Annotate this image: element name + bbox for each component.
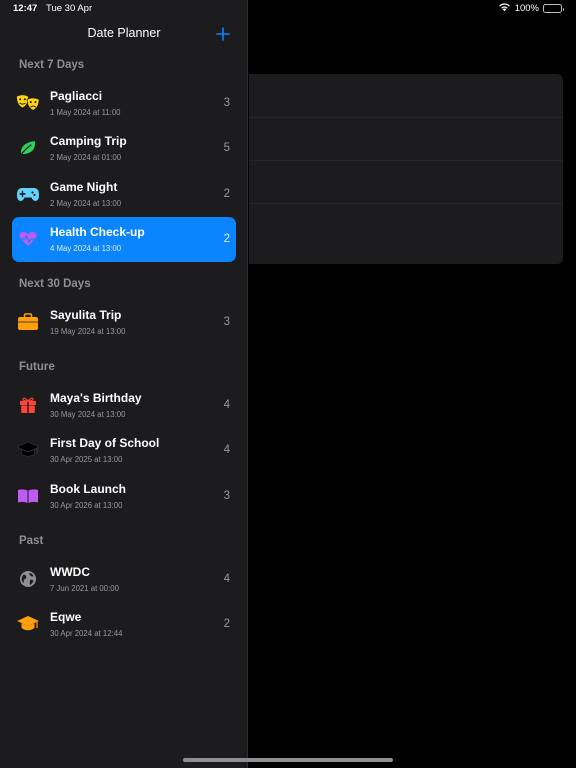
leaf-icon xyxy=(16,136,40,160)
nav-bar: Date Planner xyxy=(0,18,248,50)
event-row-health-check-up[interactable]: Health Check-up 4 May 2024 at 13:00 2 xyxy=(12,217,236,262)
page-title: Date Planner xyxy=(87,26,161,40)
graduation-cap-icon xyxy=(16,612,40,636)
event-date: 30 Apr 2026 at 13:00 xyxy=(50,501,123,510)
section-header-future: Future xyxy=(19,361,55,373)
event-task-count: 3 xyxy=(223,490,230,502)
status-time: 12:47 xyxy=(13,3,38,14)
event-date: 30 May 2024 at 13:00 xyxy=(50,410,126,419)
event-name: Maya's Birthday xyxy=(50,391,142,405)
heart-icon xyxy=(16,227,40,251)
suitcase-icon xyxy=(16,310,40,334)
game-controller-icon xyxy=(16,182,40,206)
event-row-mayas-birthday[interactable]: Maya's Birthday 30 May 2024 at 13:00 4 xyxy=(12,383,236,428)
screen: 12:47 Tue 30 Apr 100% Date Planner Next … xyxy=(0,0,576,768)
event-name: First Day of School xyxy=(50,436,160,450)
event-task-count: 2 xyxy=(223,618,230,630)
gift-icon xyxy=(16,393,40,417)
book-icon xyxy=(16,484,40,508)
theater-masks-icon xyxy=(16,91,40,115)
battery-icon xyxy=(543,4,564,13)
event-task-count: 4 xyxy=(223,444,230,456)
globe-icon xyxy=(16,567,40,591)
detail-placeholder-card xyxy=(249,74,563,264)
status-bar: 12:47 Tue 30 Apr 100% xyxy=(0,0,576,18)
event-name: Game Night xyxy=(50,180,118,194)
event-name: Sayulita Trip xyxy=(50,308,122,322)
event-date: 2 May 2024 at 01:00 xyxy=(50,153,122,162)
sidebar: Date Planner Next 7 Days Pagliacci 1 May… xyxy=(0,0,248,768)
graduation-cap-icon xyxy=(16,438,40,462)
section-header-next-30-days: Next 30 Days xyxy=(19,278,91,290)
event-task-count: 2 xyxy=(223,188,230,200)
section-header-past: Past xyxy=(19,535,44,547)
event-row-eqwe[interactable]: Eqwe 30 Apr 2024 at 12:44 2 xyxy=(12,602,236,647)
event-row-sayulita-trip[interactable]: Sayulita Trip 19 May 2024 at 13:00 3 xyxy=(12,300,236,345)
event-row-game-night[interactable]: Game Night 2 May 2024 at 13:00 2 xyxy=(12,172,236,217)
event-name: Camping Trip xyxy=(50,134,127,148)
event-date: 1 May 2024 at 11:00 xyxy=(50,108,121,117)
event-row-camping-trip[interactable]: Camping Trip 2 May 2024 at 01:00 5 xyxy=(12,126,236,171)
plus-icon xyxy=(216,27,230,41)
status-date: Tue 30 Apr xyxy=(46,3,93,14)
home-indicator[interactable] xyxy=(183,758,393,762)
battery-percent: 100% xyxy=(514,3,539,14)
event-date: 7 Jun 2021 at 00:00 xyxy=(50,584,119,593)
event-task-count: 4 xyxy=(223,573,230,585)
add-event-button[interactable] xyxy=(212,23,234,45)
event-task-count: 5 xyxy=(223,142,230,154)
section-header-next-7-days: Next 7 Days xyxy=(19,59,85,71)
event-name: Health Check-up xyxy=(50,225,145,239)
event-date: 4 May 2024 at 13:00 xyxy=(50,244,122,253)
event-task-count: 4 xyxy=(223,399,230,411)
event-name: WWDC xyxy=(50,565,90,579)
event-date: 30 Apr 2025 at 13:00 xyxy=(50,455,123,464)
wifi-icon xyxy=(498,2,511,15)
event-row-pagliacci[interactable]: Pagliacci 1 May 2024 at 11:00 3 xyxy=(12,81,236,126)
event-date: 19 May 2024 at 13:00 xyxy=(50,327,126,336)
event-name: Pagliacci xyxy=(50,89,103,103)
event-row-book-launch[interactable]: Book Launch 30 Apr 2026 at 13:00 3 xyxy=(12,474,236,519)
event-row-wwdc[interactable]: WWDC 7 Jun 2021 at 00:00 4 xyxy=(12,557,236,602)
event-date: 2 May 2024 at 13:00 xyxy=(50,199,122,208)
event-task-count: 3 xyxy=(223,97,230,109)
event-task-count: 3 xyxy=(223,316,230,328)
event-row-first-day-of-school[interactable]: First Day of School 30 Apr 2025 at 13:00… xyxy=(12,428,236,473)
status-right: 100% xyxy=(498,2,564,15)
event-name: Eqwe xyxy=(50,610,82,624)
event-name: Book Launch xyxy=(50,482,127,496)
event-date: 30 Apr 2024 at 12:44 xyxy=(50,629,123,638)
event-task-count: 2 xyxy=(223,233,230,245)
